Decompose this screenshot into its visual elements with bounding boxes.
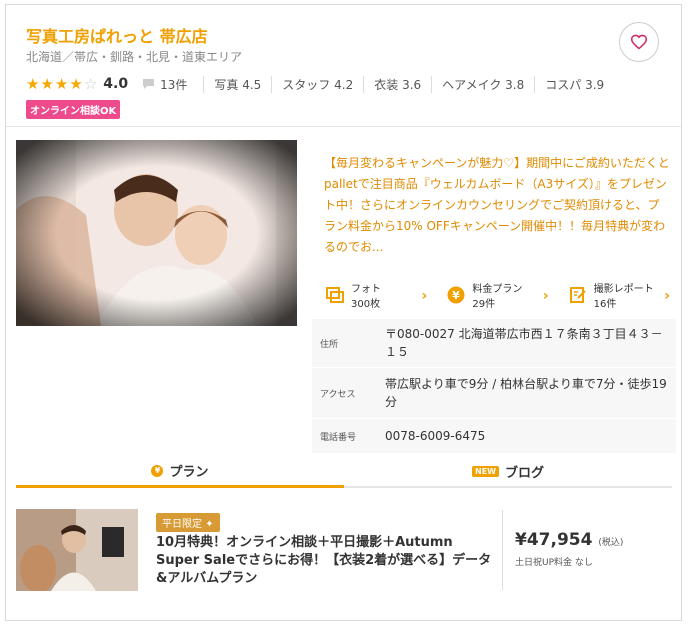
online-consult-badge: オンライン相談OK (26, 100, 121, 119)
heart-icon (630, 34, 648, 50)
tab-blog[interactable]: NEW ブログ (344, 456, 672, 488)
sparkle-icon: ✦ (205, 519, 214, 530)
phone-row: 電話番号 0078-6009-6475 (312, 418, 676, 454)
price-note: 土日祝UP料金 なし (515, 558, 593, 568)
chevron-right-icon: › (421, 288, 428, 304)
price-value: ¥47,954 (515, 530, 593, 550)
star-rating: ★ ★ ★ ★ ☆ (26, 74, 98, 93)
plan-price: ¥47,954 (税込) 土日祝UP料金 なし (502, 510, 672, 590)
star-icon: ★ (26, 74, 40, 93)
address-value: 〒080-0027 北海道帯広市西１７条南３丁目４３－１５ (381, 319, 676, 368)
metric-cost: コスパ 3.9 (534, 75, 614, 93)
yen-icon: ¥ (447, 286, 465, 308)
plan-title[interactable]: 10月特典！オンライン相談＋平日撮影＋Autumn Super Saleでさらに… (156, 534, 494, 588)
phone-value[interactable]: 0078-6009-6475 (381, 418, 676, 454)
price-plan-link[interactable]: ¥ 料金プラン 29件 › (433, 277, 554, 317)
star-icon: ★ (40, 74, 54, 93)
star-icon: ★ (69, 74, 83, 93)
shop-links: フォト 300枚 › ¥ 料金プラン 29件 › 撮影レポート 16件 › (312, 277, 676, 317)
review-count: 13件 (160, 77, 188, 92)
address-label: 住所 (312, 319, 381, 368)
svg-text:¥: ¥ (453, 289, 461, 302)
report-link[interactable]: 撮影レポート 16件 › (555, 277, 676, 317)
price-tax: (税込) (598, 538, 624, 548)
rating-score: 4.0 (103, 76, 129, 92)
plan-tag: 平日限定 ✦ (156, 513, 220, 532)
address-row: 住所 〒080-0027 北海道帯広市西１７条南３丁目４３－１５ (312, 319, 676, 368)
metric-photo: 写真 4.5 (203, 75, 271, 93)
photo-link[interactable]: フォト 300枚 › (312, 277, 433, 317)
star-icon: ★ (54, 74, 69, 93)
chevron-right-icon: › (664, 288, 670, 304)
access-label: アクセス (312, 367, 381, 419)
access-row: アクセス 帯広駅より車で9分 / 柏林台駅より車で7分・徒歩19分 (312, 367, 676, 419)
shop-card: 写真工房ぱれっと 帯広店 北海道／帯広・釧路・北見・道東エリア ★ ★ ★ ★ … (5, 4, 682, 621)
favorite-button[interactable] (619, 22, 659, 62)
photo-icon (326, 287, 344, 307)
tab-plan-label: プラン (169, 465, 209, 480)
divider (6, 126, 681, 127)
yen-icon: ¥ (151, 464, 164, 477)
access-value: 帯広駅より車で9分 / 柏林台駅より車で7分・徒歩19分 (381, 367, 676, 419)
metric-staff: スタッフ 4.2 (271, 75, 363, 93)
shop-main-photo[interactable] (16, 140, 297, 326)
shop-name[interactable]: 写真工房ぱれっと 帯広店 (26, 23, 208, 47)
phone-label: 電話番号 (312, 418, 381, 454)
tab-plan[interactable]: ¥ プラン (16, 456, 344, 488)
shop-info-table: 住所 〒080-0027 北海道帯広市西１７条南３丁目４３－１５ アクセス 帯広… (312, 319, 676, 454)
chevron-right-icon: › (542, 288, 549, 304)
comment-icon (143, 79, 155, 89)
review-count-link[interactable]: 13件 (142, 76, 187, 93)
star-empty-icon: ☆ (83, 74, 98, 93)
plan-photo[interactable] (16, 509, 138, 591)
shop-tabs: ¥ プラン NEW ブログ (16, 456, 672, 488)
metric-hairmake: ヘアメイク 3.8 (431, 75, 534, 93)
metric-costume: 衣装 3.6 (363, 75, 431, 93)
report-icon (569, 286, 587, 308)
tab-blog-label: ブログ (504, 465, 544, 481)
shop-description: 【毎月変わるキャンペーンが魅力♡】期間中にご成約いただくとpalletで注目商品… (324, 156, 670, 254)
shop-area: 北海道／帯広・釧路・北見・道東エリア (26, 50, 243, 64)
rating-row: ★ ★ ★ ★ ☆ 4.0 13件 写真 4.5 スタッフ 4.2 衣装 3.6… (26, 75, 614, 93)
new-badge: NEW (472, 465, 499, 477)
